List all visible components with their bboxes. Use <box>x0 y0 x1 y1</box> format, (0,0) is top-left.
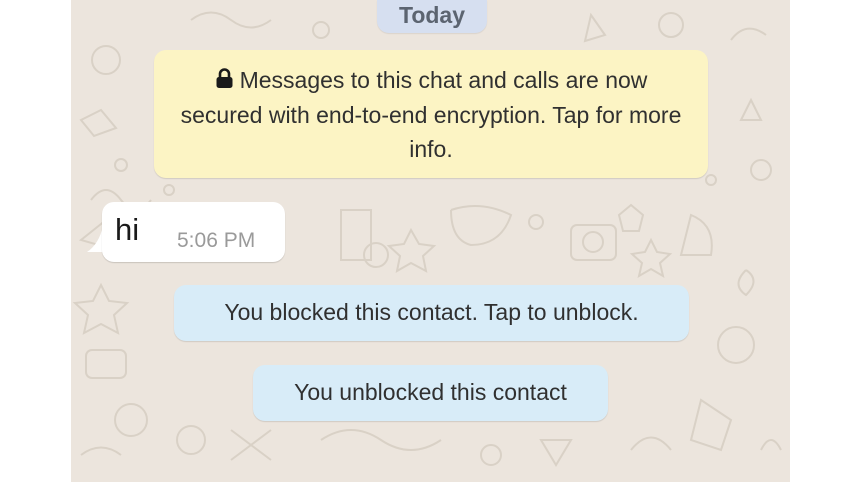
message-text: hi <box>115 212 140 247</box>
message-timestamp: 5:06 PM <box>177 229 256 252</box>
encryption-notice-text: Messages to this chat and calls are now … <box>180 67 682 162</box>
encryption-notice[interactable]: Messages to this chat and calls are now … <box>154 50 708 178</box>
unblocked-contact-notice: You unblocked this contact <box>253 365 608 421</box>
date-chip: Today <box>377 0 487 33</box>
incoming-message[interactable]: hi 5:06 PM <box>102 202 285 262</box>
blocked-contact-notice[interactable]: You blocked this contact. Tap to unblock… <box>174 285 689 341</box>
chat-area[interactable]: Today Messages to this chat and calls ar… <box>71 0 790 482</box>
lock-icon <box>216 68 233 88</box>
